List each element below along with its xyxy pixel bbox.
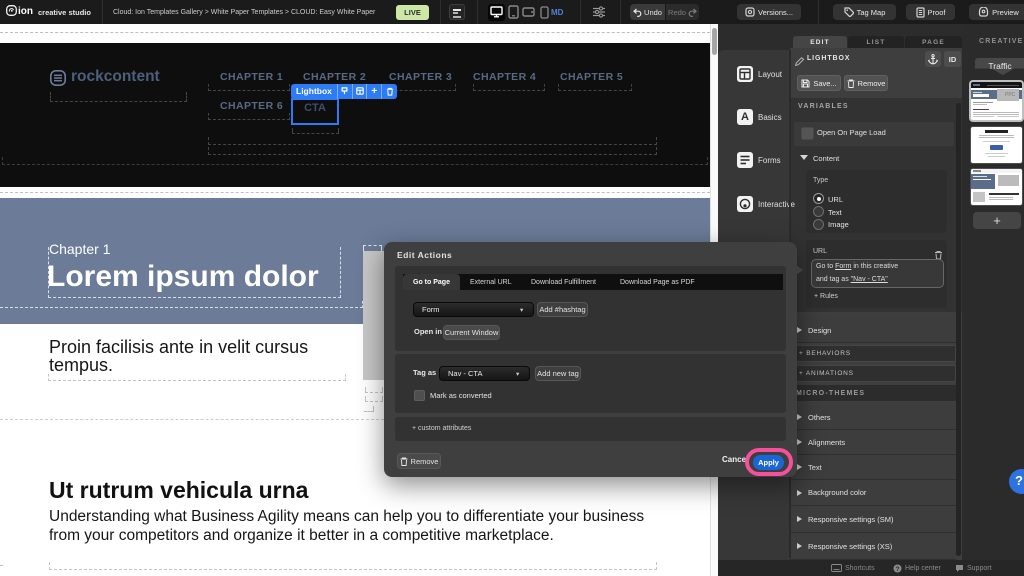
svg-text:?: ? — [896, 566, 900, 573]
